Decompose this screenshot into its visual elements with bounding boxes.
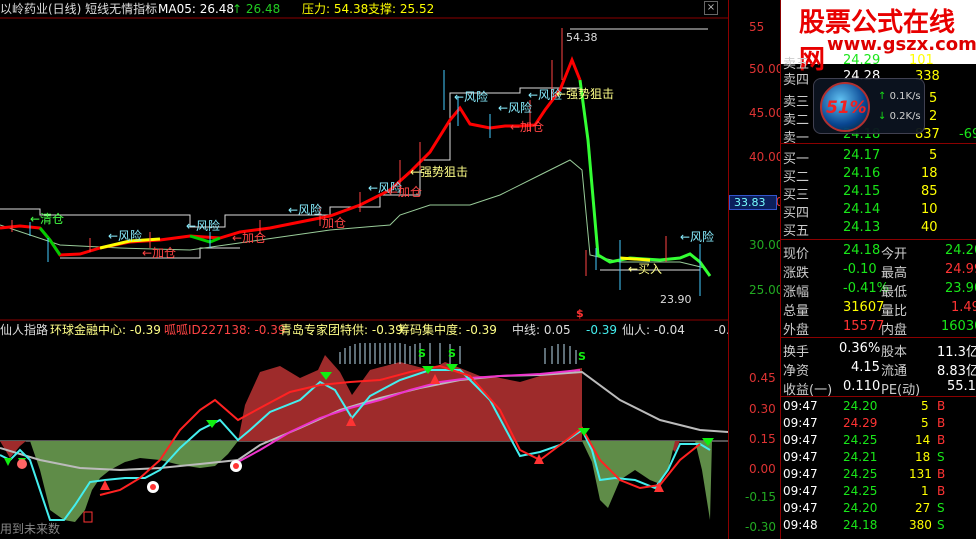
pressure-label: 压力: 54.38 xyxy=(302,2,369,16)
sub-item: 青岛专家团特供: -0.39 xyxy=(280,323,403,337)
price-tick: 50.00 xyxy=(749,62,784,76)
support-label: 支撑: 25.52 xyxy=(368,2,435,16)
sub-item: 中线: 0.05 xyxy=(512,323,571,337)
anno-add: ←加仓 xyxy=(232,231,267,245)
chart-area[interactable]: S S S $ 以岭药业(日线) 短线无情指标 MA05: 26.48 ↑ 26… xyxy=(0,0,730,539)
anno-risk: ←风险 xyxy=(498,101,533,115)
stat-row: 外盘 15577 内盘 16030 xyxy=(783,319,976,338)
divider xyxy=(781,143,976,144)
sub-item: 筹码集中度: -0.39 xyxy=(398,323,497,337)
svg-text:S: S xyxy=(418,347,426,360)
anno-risk: ←风险 xyxy=(186,219,221,233)
sub-tick: 0.30 xyxy=(749,402,776,416)
anno-add: 加仓 xyxy=(322,216,347,230)
bid-row[interactable]: 买五 24.13 40 xyxy=(781,217,976,239)
trend-line xyxy=(0,55,582,257)
price-tick: 45.00 xyxy=(749,106,784,120)
trade-row: 09:47 24.21 18 S xyxy=(783,450,945,464)
speed-gauge: 51% xyxy=(820,82,870,132)
sub-item: 呱呱ID227138: -0.39 xyxy=(164,323,286,337)
sub-item: -0.39 xyxy=(586,323,618,337)
chart-title: 以岭药业(日线) 短线无情指标 xyxy=(0,2,158,16)
divider xyxy=(781,396,976,397)
anno-strong: ←强势狙击 xyxy=(410,165,469,179)
long-ma-line xyxy=(0,159,706,269)
negative-area xyxy=(0,441,238,522)
sub-item: 环球金融中心: -0.39 xyxy=(50,323,161,337)
trade-row: 09:47 24.29 5 B xyxy=(783,416,946,430)
anno-risk: ←风险 xyxy=(680,230,715,244)
anno-clear: ←清仓 xyxy=(30,212,65,226)
up-arrow-icon: ↑ xyxy=(878,91,887,102)
sub-tick: 0.00 xyxy=(749,462,776,476)
ma-diff: ↑ 26.48 xyxy=(232,2,281,16)
svg-text:$: $ xyxy=(576,307,584,320)
sub-tick: -0.30 xyxy=(745,520,777,534)
current-price-badge: 33.83 xyxy=(729,195,777,210)
ma-label: MA05: 26.48 xyxy=(158,2,235,16)
sub-tick: -0.15 xyxy=(745,490,777,504)
quote-panel: 股票公式在线网 www.gszx.com.cn 卖五 24.29 101 卖四 … xyxy=(780,0,976,539)
price-tick: 55 xyxy=(749,20,765,34)
fund-row: 收益(一) 0.110 PE(动) 55.1 xyxy=(783,379,976,398)
trade-row: 09:47 24.25 14 B xyxy=(783,433,946,447)
sub-tick: 0.45 xyxy=(749,371,776,385)
down-arrow-icon: ↓ xyxy=(878,111,887,122)
price-tick: 30.00 xyxy=(749,238,784,252)
anno-strong: ←强势狙击 xyxy=(556,87,615,101)
low-marker: 23.90 xyxy=(660,293,692,306)
download-speed: ↓ 0.2K/s xyxy=(878,111,921,122)
anno-risk: ←风险 xyxy=(108,229,143,243)
upload-speed: ↑ 0.1K/s xyxy=(878,91,921,102)
speed-widget[interactable]: 51% ↑ 0.1K/s ↓ 0.2K/s xyxy=(813,78,925,134)
trade-row: 09:47 24.20 5 B xyxy=(783,399,946,413)
trade-row: 09:47 24.25 131 B xyxy=(783,467,946,481)
trade-row: 09:47 24.20 27 S xyxy=(783,501,945,515)
top-histogram xyxy=(339,343,577,364)
sub-item: 仙人: -0.04 xyxy=(622,323,685,337)
anno-add: ←加仓 xyxy=(142,246,177,260)
chart-canvas[interactable]: S S S $ xyxy=(0,0,728,539)
sub-footer: 用到未来数 xyxy=(0,522,61,536)
price-tick: 40.00 xyxy=(749,150,784,164)
anno-risk: ←风险 xyxy=(288,203,323,217)
close-icon[interactable]: × xyxy=(704,1,718,15)
svg-text:S: S xyxy=(578,350,586,363)
high-marker: 54.38 xyxy=(566,31,598,44)
sub-tick: 0.15 xyxy=(749,432,776,446)
svg-text:S: S xyxy=(448,347,456,360)
trade-row: 09:48 24.18 380 S xyxy=(783,518,945,532)
anno-buy: ←买入 xyxy=(628,262,663,276)
anno-add: ←加仓 xyxy=(388,185,423,199)
anno-risk: ←风险 xyxy=(454,90,489,104)
sub-label: 仙人指路 xyxy=(0,323,49,337)
price-axis[interactable]: 55 50.00 45.00 40.00 35.00 30.00 25.00 3… xyxy=(728,0,784,539)
positive-area xyxy=(238,355,582,441)
price-tick: 25.00 xyxy=(749,283,784,297)
anno-add: ←加仓 xyxy=(510,120,545,134)
trade-row: 09:47 24.25 1 B xyxy=(783,484,946,498)
